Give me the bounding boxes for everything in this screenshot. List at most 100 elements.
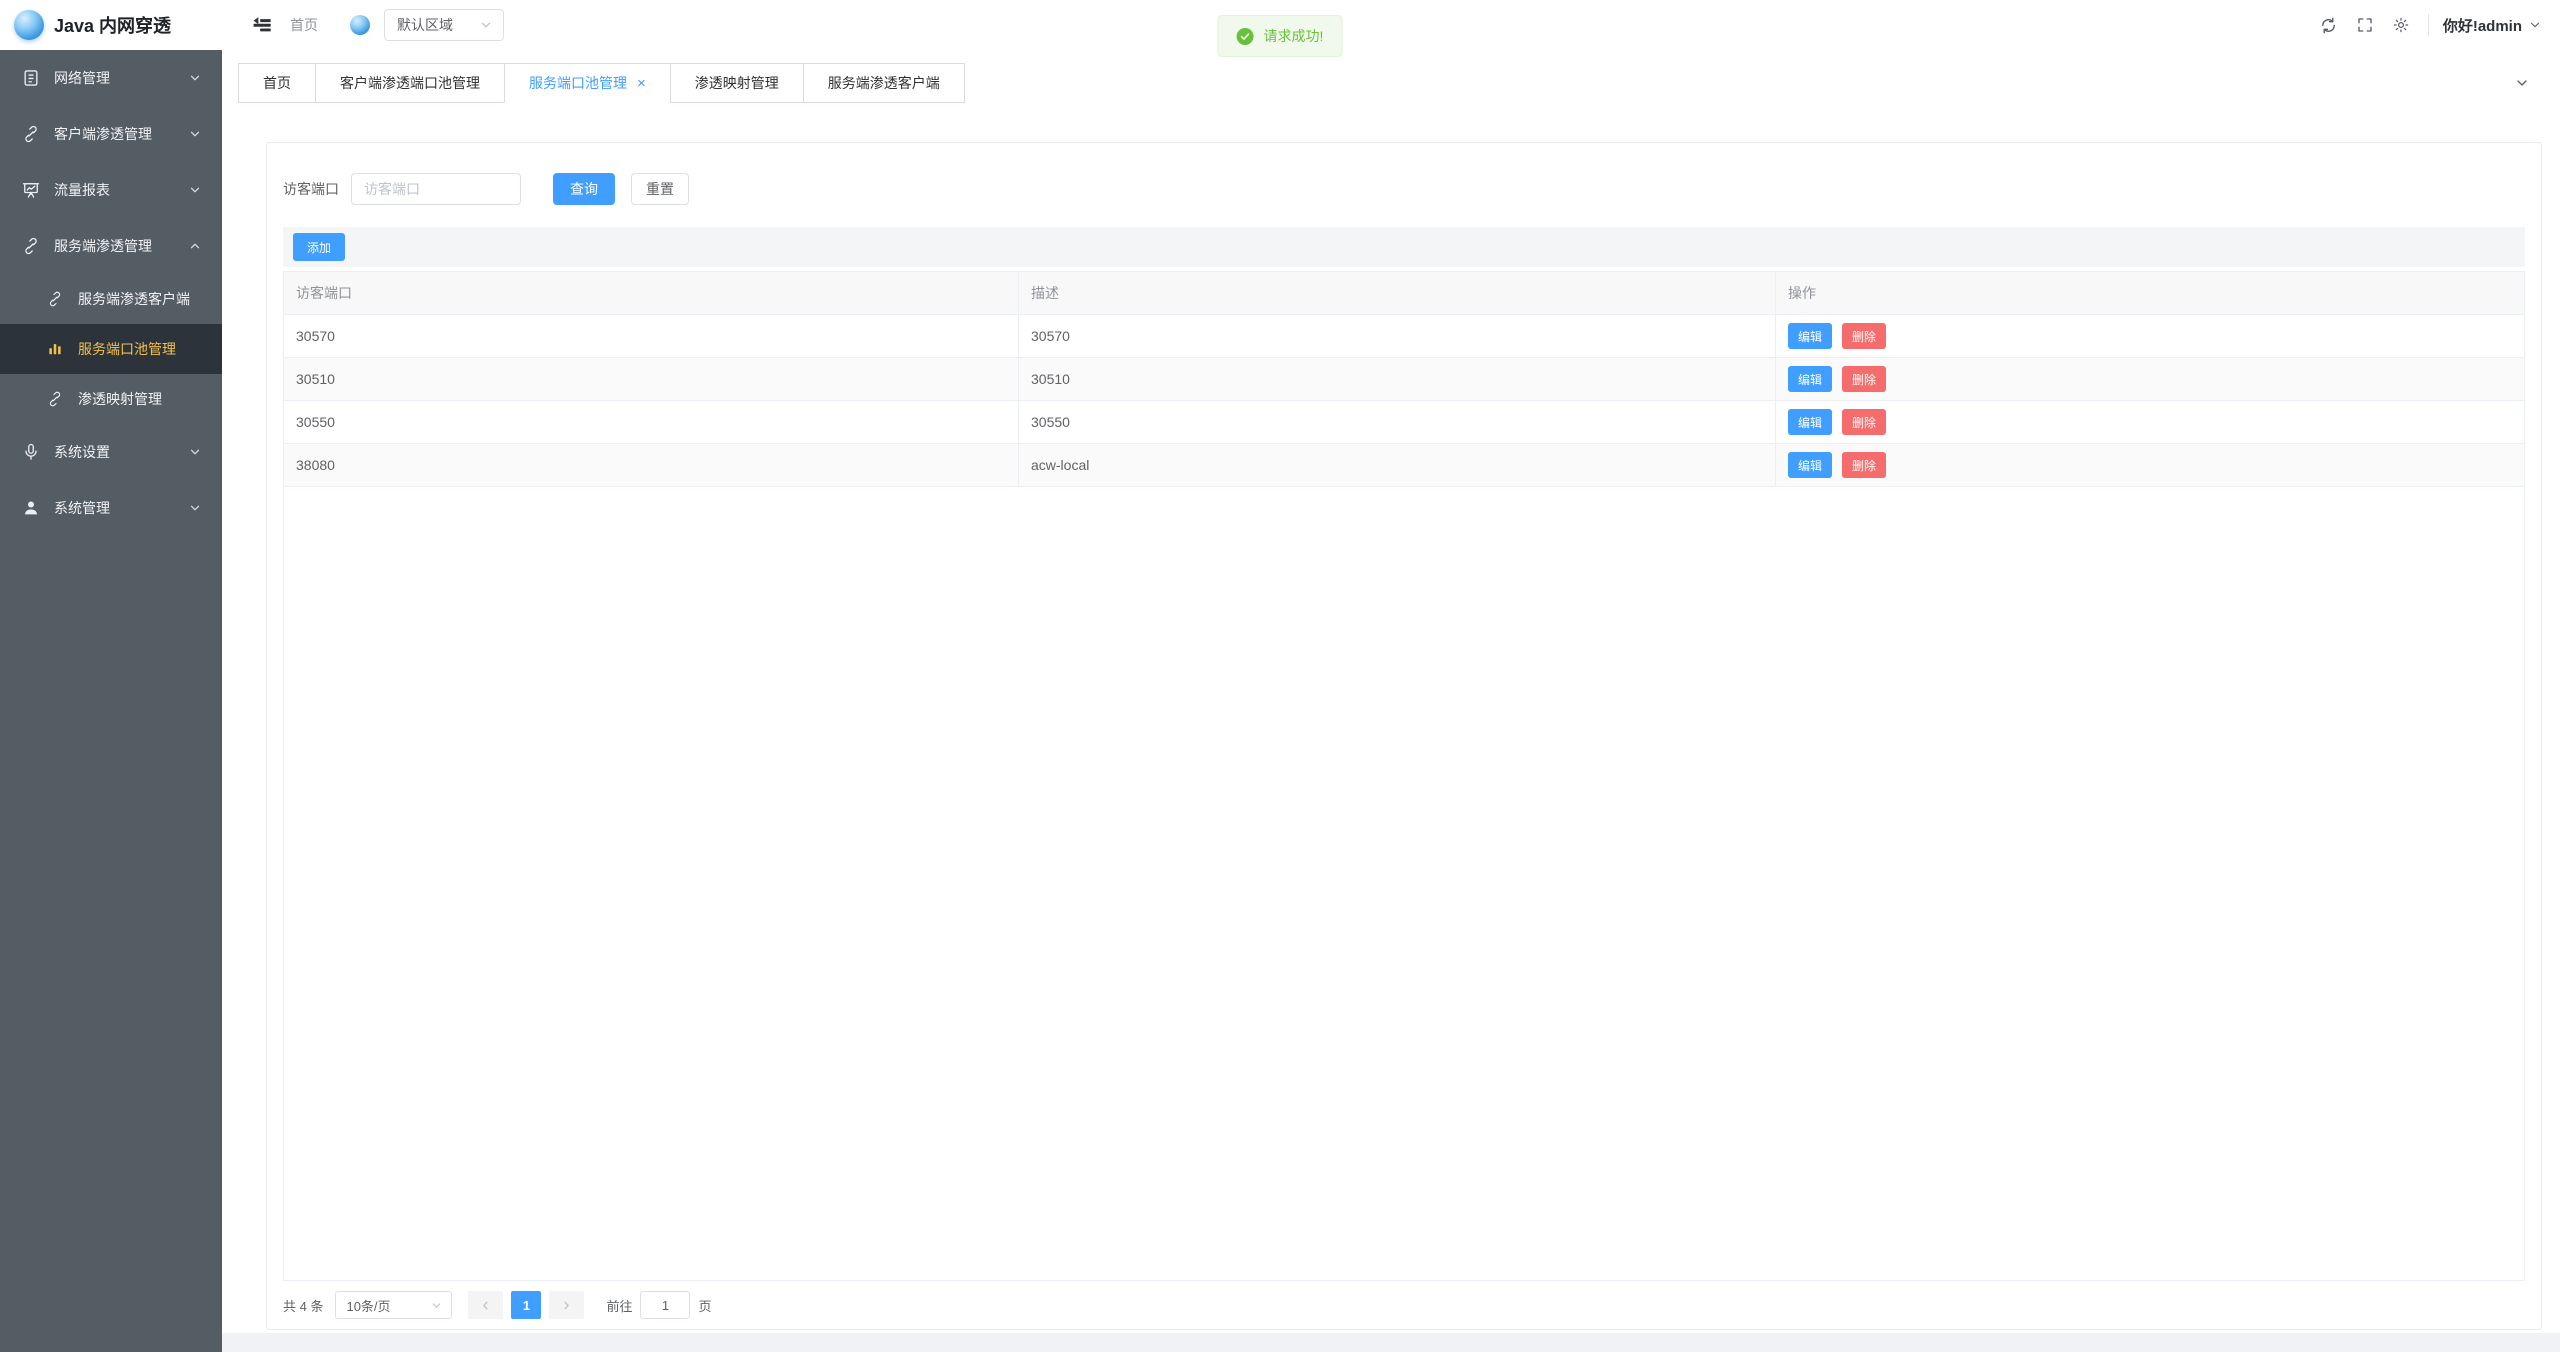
sidebar-item-label: 流量报表 <box>54 180 188 200</box>
column-header-desc: 描述 <box>1019 272 1776 314</box>
app-title: Java 内网穿透 <box>54 12 171 38</box>
sidebar-item-server-penetration-management[interactable]: 服务端渗透管理 <box>0 218 222 274</box>
tabs-dropdown-icon[interactable] <box>2514 63 2530 103</box>
sidebar-item-system-management[interactable]: 系统管理 <box>0 480 222 536</box>
link-icon <box>20 123 42 145</box>
microphone-icon <box>20 441 42 463</box>
edit-button[interactable]: 编辑 <box>1788 452 1832 478</box>
tab-client-port-pool-management[interactable]: 客户端渗透端口池管理 <box>315 63 505 103</box>
edit-button[interactable]: 编辑 <box>1788 323 1832 349</box>
delete-button[interactable]: 删除 <box>1842 366 1886 392</box>
sidebar-item-label: 服务端渗透管理 <box>54 236 188 256</box>
main-area: 首页 默认区域 你好!admin <box>222 0 2560 1333</box>
tab-label: 渗透映射管理 <box>695 73 779 93</box>
success-check-icon <box>1237 28 1254 45</box>
page-size-value: 10条/页 <box>346 1296 430 1315</box>
column-header-port: 访客端口 <box>284 272 1019 314</box>
delete-button[interactable]: 删除 <box>1842 452 1886 478</box>
sidebar-item-label: 系统管理 <box>54 498 188 518</box>
content-card: 访客端口 查询 重置 添加 访客端口 描述 操作 <box>266 142 2542 1330</box>
sidebar-item-network-management[interactable]: 网络管理 <box>0 50 222 106</box>
sidebar-fold-icon[interactable] <box>250 13 274 37</box>
cell-port: 30550 <box>284 401 1019 443</box>
page-background-strip <box>222 1333 2560 1352</box>
top-bar: 首页 默认区域 你好!admin <box>222 0 2560 50</box>
cell-port: 30510 <box>284 358 1019 400</box>
sidebar-item-label: 系统设置 <box>54 442 188 462</box>
cell-desc: 30550 <box>1019 401 1776 443</box>
chevron-down-icon <box>2528 18 2542 32</box>
topbar-actions: 你好!admin <box>2308 10 2542 40</box>
chevron-up-icon <box>188 239 202 253</box>
user-greeting: 你好!admin <box>2443 15 2522 36</box>
breadcrumb[interactable]: 首页 <box>290 15 318 35</box>
sidebar-item-label: 客户端渗透管理 <box>54 124 188 144</box>
tab-home[interactable]: 首页 <box>238 63 316 103</box>
app-logo: Java 内网穿透 <box>0 0 222 50</box>
fullscreen-icon[interactable] <box>2350 10 2380 40</box>
app-logo-icon <box>14 10 44 40</box>
goto-page-input[interactable] <box>640 1291 690 1319</box>
user-icon <box>20 497 42 519</box>
page-unit-label: 页 <box>698 1296 711 1315</box>
query-button[interactable]: 查询 <box>553 173 615 205</box>
cell-desc: 30510 <box>1019 358 1776 400</box>
sidebar-item-system-settings[interactable]: 系统设置 <box>0 424 222 480</box>
table-row: 38080 acw-local 编辑 删除 <box>284 444 2524 487</box>
tab-server-penetration-client[interactable]: 服务端渗透客户端 <box>803 63 965 103</box>
chevron-down-icon <box>188 127 202 141</box>
edit-button[interactable]: 编辑 <box>1788 366 1832 392</box>
cell-desc: acw-local <box>1019 444 1776 486</box>
chevron-down-icon <box>188 445 202 459</box>
tab-label: 客户端渗透端口池管理 <box>340 73 480 93</box>
refresh-icon[interactable] <box>2314 10 2344 40</box>
data-table: 访客端口 描述 操作 30570 30570 编辑 删除 30510 <box>283 271 2525 1281</box>
sidebar-submenu: 服务端渗透客户端 服务端口池管理 渗透映射管理 <box>0 274 222 424</box>
page-number-button[interactable]: 1 <box>511 1291 541 1319</box>
reset-button[interactable]: 重置 <box>631 173 689 205</box>
cell-actions: 编辑 删除 <box>1776 358 2524 400</box>
presentation-chart-icon <box>20 179 42 201</box>
theme-icon[interactable] <box>2386 10 2416 40</box>
edit-button[interactable]: 编辑 <box>1788 409 1832 435</box>
previous-page-button[interactable] <box>468 1291 503 1319</box>
sidebar-item-label: 服务端渗透客户端 <box>78 289 202 309</box>
add-button[interactable]: 添加 <box>293 233 345 261</box>
tab-server-port-pool-management[interactable]: 服务端口池管理 × <box>504 63 671 103</box>
cell-actions: 编辑 删除 <box>1776 401 2524 443</box>
table-row: 30510 30510 编辑 删除 <box>284 358 2524 401</box>
delete-button[interactable]: 删除 <box>1842 409 1886 435</box>
cell-port: 38080 <box>284 444 1019 486</box>
delete-button[interactable]: 删除 <box>1842 323 1886 349</box>
chevron-down-icon <box>188 501 202 515</box>
tabs-bar: 首页 客户端渗透端口池管理 服务端口池管理 × 渗透映射管理 服务端渗透客户端 <box>238 63 2544 103</box>
table-row: 30550 30550 编辑 删除 <box>284 401 2524 444</box>
cell-actions: 编辑 删除 <box>1776 315 2524 357</box>
goto-label: 前往 <box>606 1296 632 1315</box>
user-menu[interactable]: 你好!admin <box>2443 15 2542 36</box>
cell-port: 30570 <box>284 315 1019 357</box>
search-field-label: 访客端口 <box>283 179 339 199</box>
sidebar-item-server-penetration-client[interactable]: 服务端渗透客户端 <box>0 274 222 324</box>
sidebar-item-traffic-report[interactable]: 流量报表 <box>0 162 222 218</box>
pagination-total: 共 4 条 <box>283 1296 323 1315</box>
sidebar-item-label: 网络管理 <box>54 68 188 88</box>
search-input[interactable] <box>351 173 521 205</box>
chevron-right-icon <box>560 1299 573 1312</box>
sidebar-item-penetration-mapping-management[interactable]: 渗透映射管理 <box>0 374 222 424</box>
logo-mini-icon[interactable] <box>350 15 370 35</box>
table-toolbar: 添加 <box>283 227 2525 267</box>
tab-penetration-mapping-management[interactable]: 渗透映射管理 <box>670 63 804 103</box>
sidebar: Java 内网穿透 网络管理 客户端渗透管理 <box>0 0 222 1352</box>
sidebar-item-server-port-pool-management[interactable]: 服务端口池管理 <box>0 324 222 374</box>
table-row: 30570 30570 编辑 删除 <box>284 315 2524 358</box>
sidebar-item-client-penetration-management[interactable]: 客户端渗透管理 <box>0 106 222 162</box>
link-icon <box>20 235 42 257</box>
region-select[interactable]: 默认区域 <box>384 9 504 41</box>
next-page-button[interactable] <box>549 1291 584 1319</box>
chevron-down-icon <box>479 18 493 32</box>
link-icon <box>44 388 66 410</box>
page-size-select[interactable]: 10条/页 <box>335 1291 452 1319</box>
cell-actions: 编辑 删除 <box>1776 444 2524 486</box>
close-icon[interactable]: × <box>637 76 646 91</box>
